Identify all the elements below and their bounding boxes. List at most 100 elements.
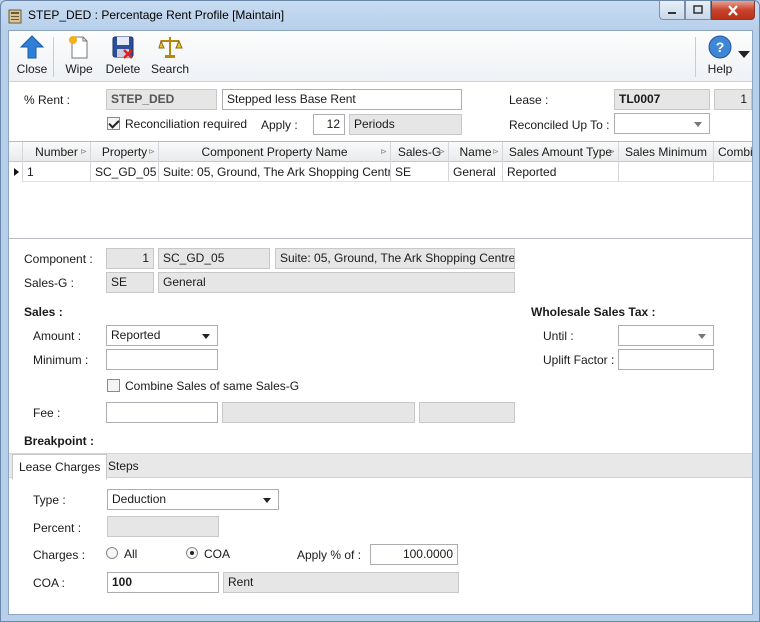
amount-dropdown[interactable]: Reported (106, 325, 218, 346)
window-title: STEP_DED : Percentage Rent Profile [Main… (28, 8, 285, 22)
column-header-label: Combi (718, 145, 752, 159)
delete-button-label: Delete (105, 62, 141, 76)
toolbar: Close Wipe Delete Search ? Help (9, 31, 752, 82)
wipe-button[interactable]: Wipe (61, 34, 97, 80)
reconciled-label: Reconciled Up To : (509, 118, 610, 132)
rent-code-field[interactable]: STEP_DED (106, 89, 217, 110)
uplift-factor-field[interactable] (618, 349, 714, 370)
column-header-number[interactable]: Number ⊳ (23, 142, 91, 162)
fee-extra-field (419, 402, 515, 423)
wipe-button-label: Wipe (65, 62, 93, 76)
sales-g-code-field: SE (106, 272, 154, 293)
window-controls (659, 1, 755, 21)
component-number-field: 1 (106, 248, 154, 269)
cell-number[interactable]: 1 (23, 162, 91, 182)
charges-all-label: All (124, 547, 138, 561)
minimize-button[interactable] (659, 1, 685, 20)
fee-label: Fee : (33, 406, 61, 420)
table-row[interactable]: 1 SC_GD_05 Suite: 05, Ground, The Ark Sh… (9, 162, 752, 182)
app-icon (8, 9, 22, 24)
pin-icon[interactable]: ⊳ (80, 147, 87, 156)
cell-component-property-name[interactable]: Suite: 05, Ground, The Ark Shopping Cent… (159, 162, 391, 182)
combine-sales-checkbox[interactable] (107, 379, 120, 392)
minimum-field[interactable] (106, 349, 218, 370)
wholesale-heading: Wholesale Sales Tax : (531, 305, 656, 319)
reconciliation-checkbox[interactable] (107, 117, 120, 130)
percent-label: Percent : (33, 521, 82, 535)
until-dropdown[interactable] (618, 325, 714, 346)
cell-property[interactable]: SC_GD_05 (91, 162, 159, 182)
reconciliation-label: Reconciliation required (125, 117, 248, 131)
components-grid: Number ⊳ Property ⊳ Component Property Nam… (9, 141, 752, 239)
pin-icon[interactable]: ⊳ (608, 147, 615, 156)
component-name-field: Suite: 05, Ground, The Ark Shopping Cent… (275, 248, 515, 269)
column-header-label: Sales-G (397, 145, 442, 159)
help-button-label: Help (707, 62, 733, 76)
tab-lease-charges[interactable]: Lease Charges (12, 454, 108, 480)
toolbar-separator (695, 37, 696, 77)
cell-combine[interactable] (714, 162, 752, 182)
column-header-combine[interactable]: Combi (714, 142, 752, 162)
charges-all-radio[interactable] (106, 547, 118, 559)
charges-coa-label: COA (204, 547, 231, 561)
combine-sales-label: Combine Sales of same Sales-G (125, 379, 300, 393)
cell-sales-amount-type[interactable]: Reported (503, 162, 619, 182)
column-header-sales-g[interactable]: Sales-G ⊳ (391, 142, 449, 162)
close-window-button[interactable] (711, 1, 755, 20)
apply-percent-field[interactable]: 100.0000 (370, 544, 458, 565)
column-header-property[interactable]: Property ⊳ (91, 142, 159, 162)
maximize-button[interactable] (685, 1, 711, 20)
column-header-label: Sales Minimum (624, 145, 708, 159)
breakpoint-heading: Breakpoint : (24, 434, 95, 448)
column-header-sales-amount-type[interactable]: Sales Amount Type ⊳ (503, 142, 619, 162)
column-header-sales-minimum[interactable]: Sales Minimum (619, 142, 714, 162)
help-button[interactable]: ? Help (703, 34, 737, 80)
apply-percent-label: Apply % of : (297, 548, 362, 562)
header-indicator-cell (9, 142, 23, 162)
charges-coa-radio[interactable] (186, 547, 198, 559)
rent-label: % Rent : (24, 93, 71, 107)
type-dropdown[interactable]: Deduction (107, 489, 279, 510)
up-arrow-icon (19, 35, 45, 59)
coa-code-field[interactable]: 100 (107, 572, 219, 593)
pin-icon[interactable]: ⊳ (438, 147, 445, 156)
chevron-down-icon[interactable] (738, 51, 750, 59)
component-label: Component : (24, 252, 93, 266)
toolbar-separator (53, 37, 54, 77)
pin-icon[interactable]: ⊳ (148, 147, 155, 156)
maximize-icon (693, 5, 703, 14)
lease-code-field[interactable]: TL0007 (614, 89, 710, 110)
coa-name-field: Rent (223, 572, 459, 593)
sales-g-label: Sales-G : (24, 276, 75, 290)
pin-icon[interactable]: ⊳ (492, 147, 499, 156)
apply-periods-field[interactable]: 12 (313, 114, 345, 135)
fee-field[interactable] (106, 402, 218, 423)
cell-sales-minimum[interactable] (619, 162, 714, 182)
lease-number-field[interactable]: 1 (714, 89, 752, 110)
rent-description-field[interactable]: Stepped less Base Rent (222, 89, 462, 110)
cell-name[interactable]: General (449, 162, 503, 182)
row-selector-icon[interactable] (9, 162, 23, 182)
reconciled-up-to-dropdown[interactable] (614, 113, 710, 134)
column-header-component-property-name[interactable]: Component Property Name ⊳ (159, 142, 391, 162)
svg-text:?: ? (716, 39, 725, 55)
close-button[interactable]: Close (15, 34, 49, 80)
save-delete-icon (112, 36, 134, 59)
search-button[interactable]: Search (150, 34, 190, 80)
minimum-label: Minimum : (33, 353, 89, 367)
scales-icon (158, 37, 183, 58)
application-window: STEP_DED : Percentage Rent Profile [Main… (0, 0, 760, 622)
column-header-label: Component Property Name (201, 145, 348, 159)
lease-label: Lease : (509, 93, 549, 107)
tab-steps[interactable]: Steps (102, 454, 145, 479)
pin-icon[interactable]: ⊳ (380, 147, 387, 156)
until-label: Until : (543, 329, 574, 343)
amount-label: Amount : (33, 329, 82, 343)
column-header-label: Sales Amount Type (508, 145, 613, 159)
percent-field (107, 516, 219, 537)
column-header-label: Name (459, 145, 492, 159)
column-header-name[interactable]: Name ⊳ (449, 142, 503, 162)
cell-sales-g[interactable]: SE (391, 162, 449, 182)
component-code-field: SC_GD_05 (158, 248, 270, 269)
delete-button[interactable]: Delete (104, 34, 142, 80)
